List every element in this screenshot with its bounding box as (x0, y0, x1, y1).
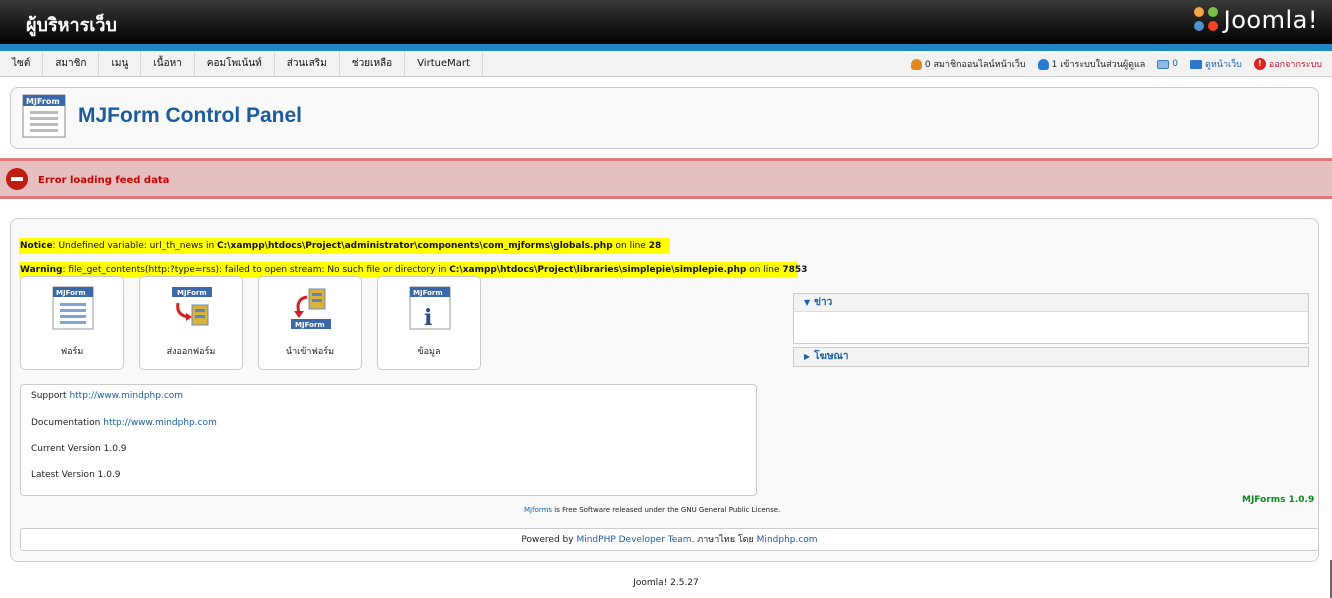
support-link[interactable]: http://www.mindphp.com (69, 391, 183, 401)
joomla-logo-text: Joomla! (1223, 6, 1318, 34)
ads-panel: ▶ โฆษณา (793, 347, 1309, 367)
cpanel-button-export[interactable]: MJForm ส่งออกฟอร์ม (139, 276, 243, 370)
cpanel-label-export: ส่งออกฟอร์ม (166, 347, 216, 357)
error-message-text: Error loading feed data (38, 175, 170, 186)
menu-item-users[interactable]: สมาชิก (43, 51, 100, 77)
export-form-icon: MJForm (172, 287, 212, 326)
view-site-link[interactable]: ดูหน้าเว็บ (1190, 57, 1242, 71)
message-icon (1157, 59, 1170, 69)
mjforms-version: MJForms 1.0.9 (1242, 495, 1315, 505)
view-site-label: ดูหน้าเว็บ (1205, 60, 1242, 70)
warning-path: C:\xampp\htdocs\Project\libraries\simple… (449, 265, 747, 275)
current-version: Current Version 1.0.9 (31, 444, 127, 454)
form-icon-badge: MJForm (56, 289, 86, 297)
admin-user-icon (1037, 58, 1049, 70)
notice-line: 28 (648, 241, 662, 251)
admin-logged-status: 1 เข้าระบบในส่วนผู้ดูแล (1037, 57, 1146, 71)
cpanel-label-info: ข้อมูล (417, 347, 441, 357)
component-info-box: Support http://www.mindphp.com Documenta… (20, 384, 757, 496)
joomla-mark-icon (1193, 7, 1220, 33)
menu-item-extensions[interactable]: ส่วนเสริม (275, 51, 340, 77)
cpanel-label-import: นำเข้าฟอร์ม (285, 347, 335, 357)
svg-text:i: i (424, 305, 432, 331)
triangle-down-icon: ▼ (804, 298, 811, 307)
ads-panel-header[interactable]: ▶ โฆษณา (794, 348, 1308, 366)
ads-panel-title: โฆษณา (814, 351, 849, 362)
mjforms-link[interactable]: MJforms (524, 506, 552, 514)
powered-by-bar: Powered by MindPHP Developer Team. ภาษาไ… (20, 528, 1319, 551)
admin-logged-label: 1 เข้าระบบในส่วนผู้ดูแล (1051, 60, 1146, 70)
monitor-icon (1190, 59, 1203, 69)
notice-path: C:\xampp\htdocs\Project\administrator\co… (217, 241, 613, 251)
triangle-right-icon: ▶ (804, 352, 811, 361)
cpanel-button-forms[interactable]: MJForm ฟอร์ม (20, 276, 124, 370)
mindphp-link[interactable]: Mindphp.com (757, 535, 818, 545)
mjform-logo-text: MJFrom (26, 97, 60, 106)
php-notice: Notice: Undefined variable: url_th_news … (19, 238, 670, 254)
import-form-icon: MJForm (291, 288, 331, 329)
support-label: Support (31, 391, 70, 401)
menu-item-content[interactable]: เนื้อหา (141, 51, 195, 77)
info-icon-badge: MJForm (413, 289, 443, 297)
header-accent-strip (0, 44, 1332, 51)
menu-bar: ไซต์ สมาชิก เมนู เนื้อหา คอมโพเน้นท์ ส่ว… (0, 51, 1332, 77)
component-toolbar: MJFrom MJForm Control Panel (10, 87, 1319, 149)
warning-line: 7853 (782, 265, 808, 275)
export-icon-badge: MJForm (177, 289, 207, 297)
menu-item-components[interactable]: คอมโพเน้นท์ (195, 51, 275, 77)
page-title: MJForm Control Panel (78, 104, 303, 127)
latest-version: Latest Version 1.0.9 (31, 470, 121, 480)
menu-item-help[interactable]: ช่วยเหลือ (340, 51, 406, 77)
news-panel-header[interactable]: ▼ ข่าว (794, 294, 1308, 312)
error-message-bar: Error loading feed data (0, 158, 1332, 199)
admin-title: ผู้บริหารเว็บ (26, 15, 117, 36)
news-panel-title: ข่าว (814, 297, 833, 308)
notice-text: : Undefined variable: url_th_news in (52, 241, 218, 251)
menu-item-virtuemart[interactable]: VirtueMart (405, 51, 483, 77)
import-icon-badge: MJForm (295, 321, 325, 329)
documentation-link[interactable]: http://www.mindphp.com (103, 418, 217, 428)
documentation-label: Documentation (31, 418, 104, 428)
logout-icon: ! (1253, 58, 1266, 70)
warning-line-prefix: on line (746, 265, 783, 275)
warning-label: Warning (20, 265, 63, 275)
license-text: MJforms is Free Software released under … (524, 506, 780, 514)
notice-line-prefix: on line (612, 241, 649, 251)
cpanel-button-import[interactable]: MJForm นำเข้าฟอร์ม (258, 276, 362, 370)
admin-header: ผู้บริหารเว็บ Joomla! (0, 0, 1332, 44)
messages-link[interactable]: 0 (1157, 59, 1178, 69)
messages-count: 0 (1172, 59, 1179, 69)
documentation-row: Documentation http://www.mindphp.com (31, 418, 217, 428)
menu-item-menus[interactable]: เมนู (99, 51, 142, 77)
menu-item-site[interactable]: ไซต์ (0, 51, 44, 77)
logout-link[interactable]: ! ออกจากระบบ (1253, 57, 1322, 71)
powered-prefix: Powered by (521, 535, 577, 545)
cpanel-label-forms: ฟอร์ม (60, 347, 84, 357)
joomla-logo: Joomla! (1193, 6, 1318, 34)
main-menu: ไซต์ สมาชิก เมนู เนื้อหา คอมโพเน้นท์ ส่ว… (0, 51, 483, 77)
user-icon (910, 58, 922, 70)
powered-middle: . ภาษาไทย โดย (691, 535, 757, 545)
status-bar: 0 สมาชิกออนไลน์หน้าเว็บ 1 เข้าระบบในส่วน… (910, 51, 1322, 77)
online-visitors-status: 0 สมาชิกออนไลน์หน้าเว็บ (910, 57, 1026, 71)
license-body: is Free Software released under the GNU … (552, 506, 781, 514)
logout-label: ออกจากระบบ (1268, 60, 1322, 70)
support-row: Support http://www.mindphp.com (31, 391, 183, 401)
error-icon (6, 168, 28, 190)
cpanel-button-info[interactable]: MJForm i ข้อมูล (377, 276, 481, 370)
news-panel: ▼ ข่าว (793, 293, 1309, 344)
developer-team-link[interactable]: MindPHP Developer Team (576, 535, 691, 545)
warning-text: : file_get_contents(http:?type=rss): fai… (62, 265, 450, 275)
info-icon: MJForm i (409, 286, 451, 331)
joomla-version-footer: Joomla! 2.5.27 (633, 578, 699, 588)
online-visitors-label: 0 สมาชิกออนไลน์หน้าเว็บ (924, 60, 1026, 70)
mjform-logo-icon: MJFrom (22, 94, 66, 138)
form-icon: MJForm (52, 286, 94, 330)
notice-label: Notice (20, 241, 53, 251)
